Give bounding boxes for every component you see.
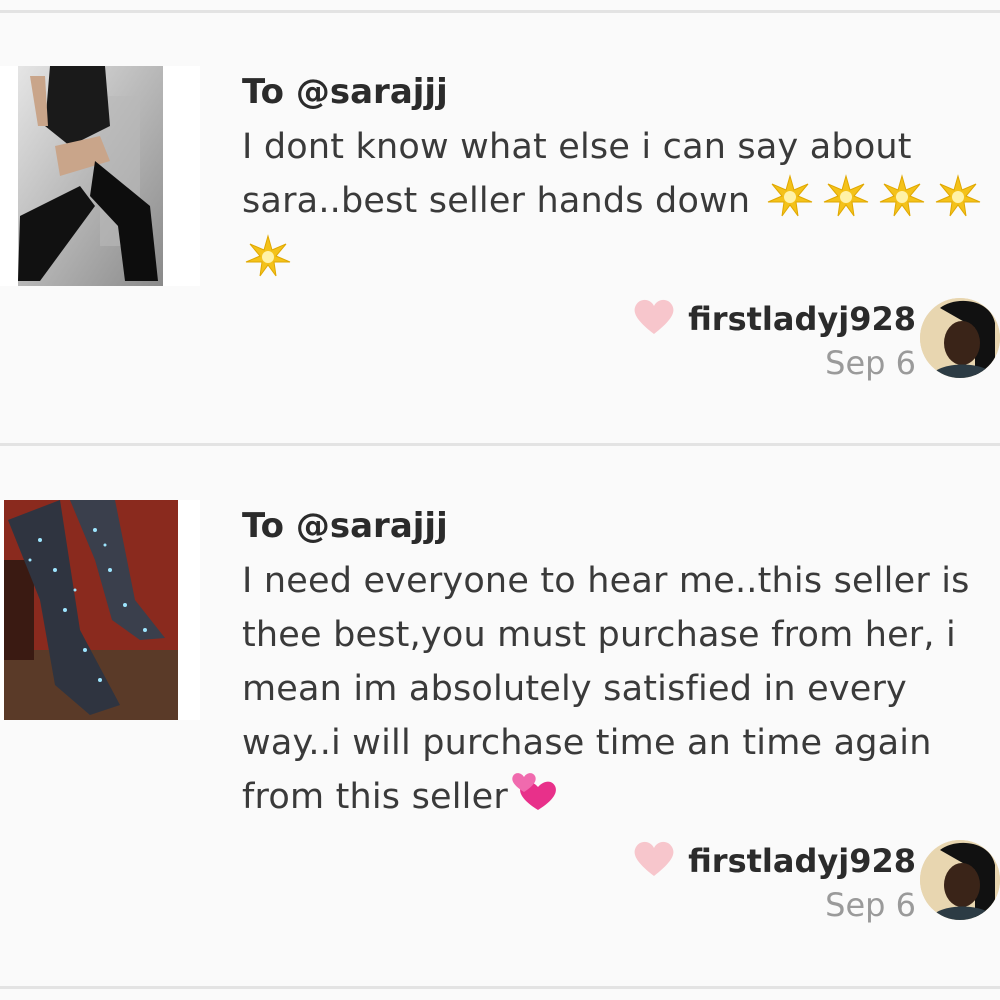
avatar[interactable]	[920, 840, 1000, 920]
glowing-star-icon	[876, 174, 928, 234]
review-meta: firstladyj928 Sep 6	[632, 840, 916, 924]
bottom-divider	[0, 986, 1000, 989]
review-text-fragment: sara..best seller hands down	[242, 181, 751, 221]
review-text-line: sara..best seller hands down	[242, 174, 1000, 234]
avatar[interactable]	[920, 298, 1000, 378]
two-hearts-icon	[508, 770, 560, 830]
user-line: firstladyj928	[632, 840, 916, 882]
heart-icon[interactable]	[632, 298, 676, 340]
glowing-star-icon	[764, 174, 816, 234]
review-date: Sep 6	[825, 344, 916, 382]
user-line: firstladyj928	[632, 298, 916, 340]
glowing-star-icon	[820, 174, 872, 234]
review-text-line	[242, 234, 1000, 294]
username[interactable]: firstladyj928	[688, 300, 916, 338]
review-text-line: mean im absolutely satisfied in every	[242, 669, 907, 709]
review-date: Sep 6	[825, 886, 916, 924]
review-text-line: I need everyone to hear me..this seller …	[242, 561, 970, 601]
review-text-line: from this seller	[242, 770, 1000, 830]
username[interactable]: firstladyj928	[688, 842, 916, 880]
product-thumbnail[interactable]	[0, 66, 200, 286]
review-text-line: thee best,you must purchase from her, i	[242, 615, 956, 655]
review-text-line: I dont know what else i can say about	[242, 127, 912, 167]
review-meta: firstladyj928 Sep 6	[632, 298, 916, 382]
review-text-line: way..i will purchase time an time again	[242, 723, 932, 763]
rhinestone-boots-image	[4, 500, 178, 720]
heart-icon[interactable]	[632, 840, 676, 882]
black-boots-image	[18, 66, 163, 286]
glowing-star-icon	[932, 174, 984, 234]
glowing-star-icon	[242, 234, 294, 294]
review-text: I need everyone to hear me..this seller …	[242, 554, 1000, 830]
product-thumbnail[interactable]	[0, 500, 200, 720]
review-item: To @sarajjj I need everyone to hear me..…	[0, 446, 1000, 986]
review-item: To @sarajjj I dont know what else i can …	[0, 0, 1000, 445]
review-text-fragment: from this seller	[242, 777, 508, 817]
review-text: I dont know what else i can say about sa…	[242, 120, 1000, 294]
review-recipient: To @sarajjj	[242, 506, 448, 546]
review-recipient: To @sarajjj	[242, 72, 448, 112]
